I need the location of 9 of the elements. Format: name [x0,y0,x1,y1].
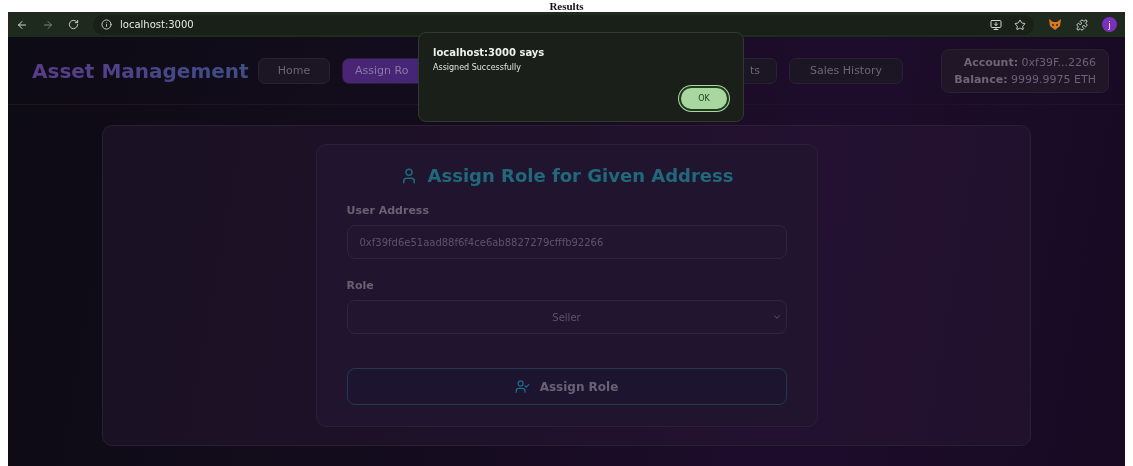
url-text: localhost:3000 [120,19,194,30]
field-label: User Address [346,204,430,217]
account-text: Account: 0xf39F...2266 [963,55,1096,69]
balance-text: Balance: 9999.9975 ETH [954,72,1096,86]
form-title: Assign Role for Given Address [427,165,734,186]
field-label: Role [346,279,375,292]
dialog-title: localhost:3000 says [433,47,546,58]
dialog-message: Assigned Successfully [433,63,522,72]
caption-heading: Results [549,0,584,12]
